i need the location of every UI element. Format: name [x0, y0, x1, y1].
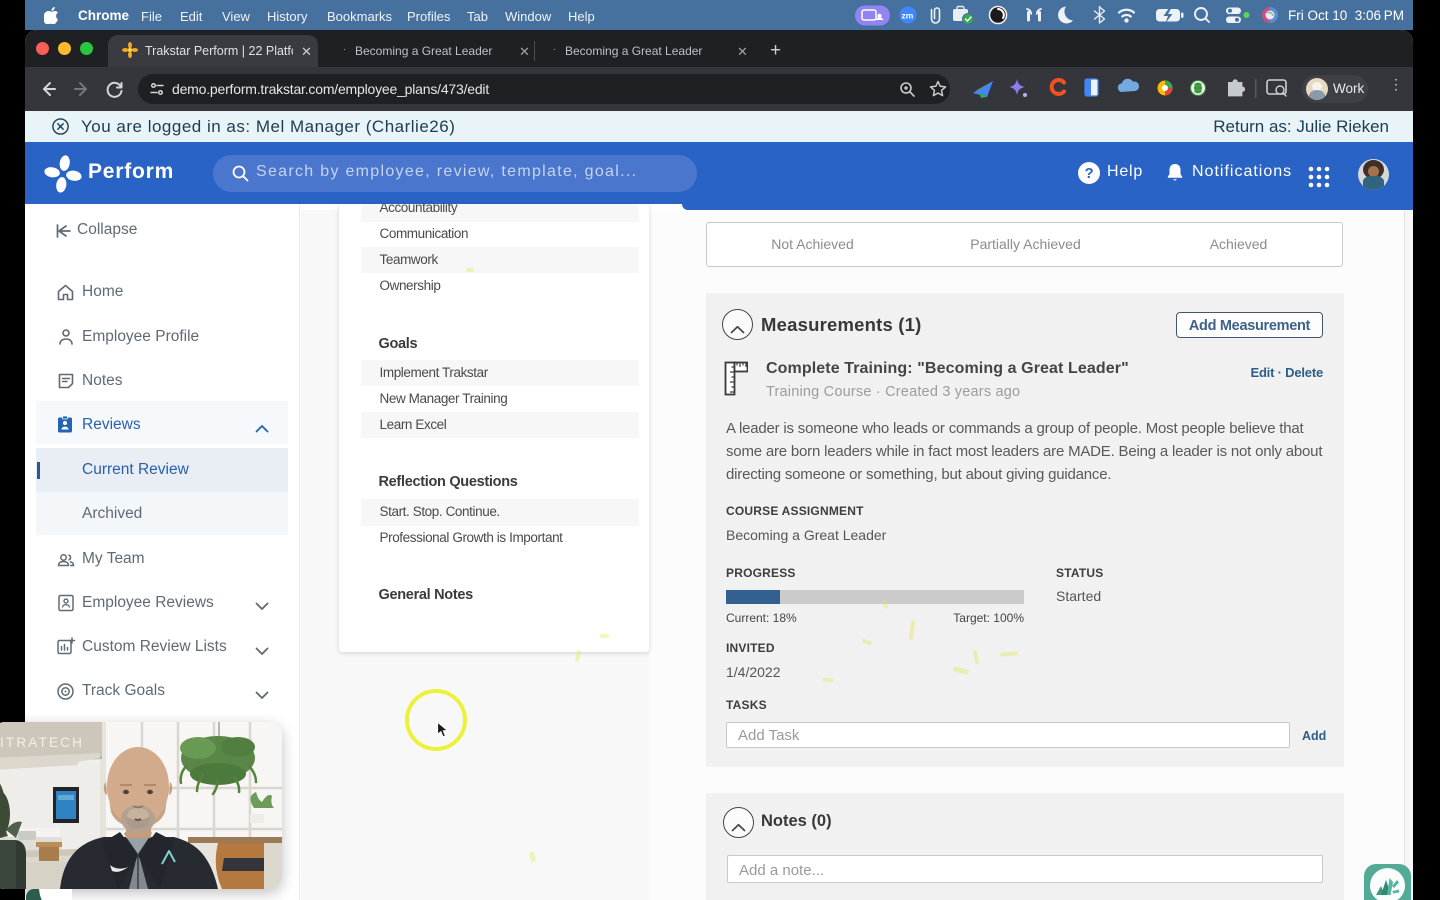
svg-text:zm: zm	[902, 11, 914, 21]
svg-text:IITRATECH: IITRATECH	[0, 735, 84, 750]
